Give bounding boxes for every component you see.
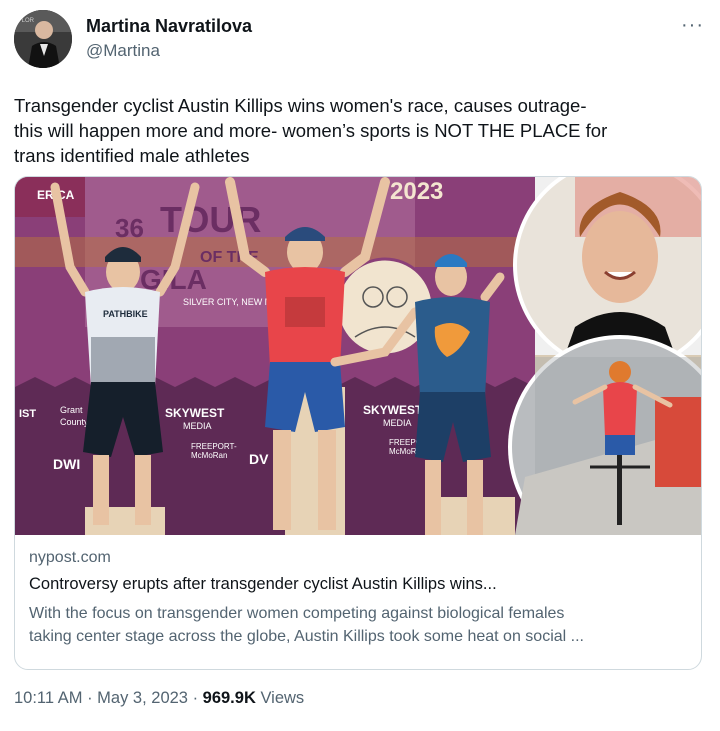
- banner-silvercity-text: SILVER CITY, NEW ME: [183, 297, 278, 307]
- sponsor-dw2-text: DV: [249, 451, 269, 467]
- views-count[interactable]: 969.9K: [203, 689, 256, 707]
- tweet-text-line: this will happen more and more- women’s …: [14, 120, 608, 141]
- banner-year-text: 2023: [390, 178, 443, 205]
- banner-36-text: 36: [115, 213, 144, 243]
- sponsor-dw1-text: DWI: [53, 456, 80, 472]
- sponsor-freeport1-sub: McMoRan: [191, 451, 227, 460]
- views-label: Views: [255, 689, 305, 707]
- sponsor-skywest2-sub: MEDIA: [383, 418, 412, 428]
- card-domain[interactable]: nypost.com: [29, 549, 687, 567]
- card-headline[interactable]: Controversy erupts after transgender cyc…: [29, 575, 687, 594]
- sponsor-county-text: County: [60, 417, 89, 427]
- author-handle[interactable]: @Martina: [86, 41, 160, 61]
- more-options-icon[interactable]: ···: [681, 14, 704, 37]
- tweet-footer: 10:11 AM · May 3, 2023 · 969.9K Views: [14, 689, 304, 708]
- sponsor-skywest1-text: SKYWEST: [165, 406, 225, 420]
- card-description: With the focus on transgender women comp…: [29, 602, 687, 648]
- avatar[interactable]: FLOR: [14, 10, 72, 68]
- tweet-time[interactable]: 10:11 AM: [14, 689, 83, 707]
- tweet-header: FLOR Martina Navratilova @Martina ···: [14, 10, 706, 70]
- sponsor-skywest2-text: SKYWEST: [363, 403, 423, 417]
- svg-text:FLOR: FLOR: [18, 18, 35, 24]
- card-image[interactable]: ERICA 2023 36 TOUR OF THE GILA SILVER CI…: [15, 177, 701, 535]
- card-description-line: taking center stage across the globe, Au…: [29, 628, 584, 645]
- footer-separator: ·: [187, 689, 203, 707]
- tweet-text-line: Transgender cyclist Austin Killips wins …: [14, 95, 587, 116]
- tweet-text-line: trans identified male athletes: [14, 145, 250, 166]
- sponsor-grant-text: Grant: [60, 405, 83, 415]
- jersey-left-text: PATHBIKE: [103, 309, 148, 319]
- inset-racing-photo: [508, 335, 701, 535]
- sponsor-skywest1-sub: MEDIA: [183, 421, 212, 431]
- card-description-line: With the focus on transgender women comp…: [29, 605, 565, 622]
- tweet-date[interactable]: May 3, 2023: [97, 689, 188, 707]
- sponsor-freeport1-text: FREEPORT-: [191, 442, 237, 451]
- tweet-text: Transgender cyclist Austin Killips wins …: [14, 93, 704, 168]
- sponsor-ist-text: IST: [19, 408, 36, 420]
- card-meta: nypost.com Controversy erupts after tran…: [29, 547, 687, 648]
- link-preview-card[interactable]: ERICA 2023 36 TOUR OF THE GILA SILVER CI…: [14, 176, 702, 670]
- author-name[interactable]: Martina Navratilova: [86, 16, 252, 37]
- banner-tour-text: TOUR: [160, 199, 261, 240]
- footer-separator: ·: [82, 689, 98, 707]
